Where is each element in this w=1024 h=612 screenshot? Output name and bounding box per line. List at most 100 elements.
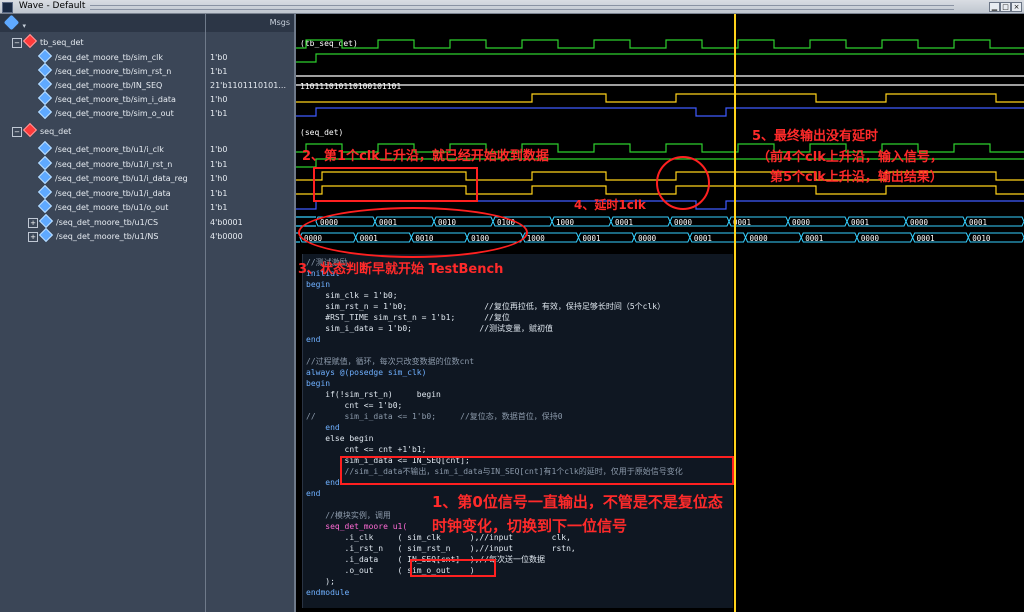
code-line: .i_rst_n ( sim_rst_n ),//input rstn, (306, 544, 576, 553)
annotation-5-line2: （前4个clk上升沿，输入信号， (757, 150, 943, 165)
signal-value: 1'b1 (210, 160, 228, 169)
signal-icon (37, 155, 53, 171)
ns-bus-label: 0000 (861, 234, 880, 243)
signal-icon (37, 198, 53, 214)
sim-o-out-wave (296, 107, 1024, 117)
signal-value: 1'h0 (210, 95, 228, 104)
code-line: //模块实例，调用 (306, 511, 391, 520)
close-button[interactable]: × (1011, 2, 1022, 12)
annotation-2: 2、第1个clk上升沿，就已经开始收到数据 (302, 149, 549, 164)
ns-bus-label: 0001 (582, 234, 600, 243)
ns-bus-label: 0010 (972, 234, 991, 243)
cs-bus-label: 0000 (674, 218, 693, 227)
annotation-ellipse (298, 207, 528, 258)
code-line: end (306, 489, 321, 498)
signal-row[interactable]: /seq_det_moore_tb/sim_i_data (37, 90, 176, 107)
signal-icon (37, 90, 53, 106)
cs-bus-label: 0000 (792, 218, 811, 227)
annotation-3: 3、状态判断早就开始 TestBench (298, 262, 504, 277)
code-line: seq_det_moore u1( (306, 522, 408, 531)
signal-icon (37, 140, 53, 156)
signal-row[interactable]: /seq_det_moore_tb/u1/i_rst_n (37, 155, 172, 172)
code-line: //过程赋值，循环，每次只改变数据的位数cnt (306, 357, 475, 366)
signal-value: 1'b1 (210, 109, 228, 118)
cs-bus-label: 0001 (615, 218, 633, 227)
code-line: if(!sim_rst_n) begin (306, 390, 441, 399)
ns-bus-label: 0001 (694, 234, 712, 243)
add-wave-icon[interactable] (3, 14, 20, 31)
time-cursor[interactable] (734, 14, 736, 612)
code-line: end (306, 335, 321, 344)
signal-icon (37, 169, 53, 185)
wave-window-icon (2, 2, 13, 13)
cs-bus-label: 0000 (910, 218, 929, 227)
signal-value: 21'b1101110101... (210, 81, 286, 90)
signal-icon (37, 184, 53, 200)
annotation-box (410, 559, 496, 577)
window-titlebar: Wave - Default ▁ □ × (0, 0, 1024, 14)
signal-value: 1'b1 (210, 67, 228, 76)
bus-icon (38, 213, 54, 229)
name-pane-header: ▾ (0, 14, 205, 32)
code-line: sim_clk = 1'b0; (306, 291, 398, 300)
signal-row[interactable]: +/seq_det_moore_tb/u1/CS (28, 213, 158, 230)
signal-row[interactable]: /seq_det_moore_tb/sim_rst_n (37, 62, 171, 79)
annotation-box (340, 456, 734, 485)
annotation-1-line1: 1、第0位信号一直输出，不管是不是复位态 (432, 493, 723, 511)
dropdown-icon[interactable]: ▾ (23, 22, 27, 30)
titlebar-grip (90, 5, 954, 10)
code-line: endmodule (306, 588, 350, 597)
code-line: always @(posedge sim_clk) (306, 368, 427, 377)
maximize-button[interactable]: □ (1000, 2, 1011, 12)
code-line: cnt <= cnt +1'b1; (306, 445, 427, 454)
ns-bus-label: 0001 (805, 234, 823, 243)
signal-icon (37, 76, 53, 92)
code-line: end (306, 423, 340, 432)
signal-row[interactable]: /seq_det_moore_tb/u1/i_clk (37, 140, 164, 157)
cs-bus-label: 0001 (851, 218, 869, 227)
minimize-button[interactable]: ▁ (989, 2, 1000, 12)
group-tb-seq-det[interactable]: − tb_seq_det (12, 33, 84, 50)
signal-row[interactable]: /seq_det_moore_tb/u1/o_out (37, 198, 168, 215)
msgs-header: Msgs (206, 14, 294, 32)
signal-row[interactable]: /seq_det_moore_tb/sim_o_out (37, 104, 174, 121)
code-line: ); (306, 577, 335, 586)
code-line: begin (306, 280, 331, 289)
sim-rst-n-wave (296, 53, 1024, 63)
signal-value: 4'b0000 (210, 232, 243, 241)
group-seq-det[interactable]: − seq_det (12, 122, 71, 139)
signal-icon (37, 62, 53, 78)
code-line: #RST_TIME sim_rst_n = 1'b1; //复位 (306, 313, 510, 322)
signal-value: 1'h0 (210, 174, 228, 183)
sim-clk-wave (296, 39, 1024, 49)
cs-bus-label: 1000 (556, 218, 575, 227)
ns-bus-label: 0000 (638, 234, 657, 243)
signal-row[interactable]: +/seq_det_moore_tb/u1/NS (28, 227, 158, 244)
annotation-box (313, 167, 478, 202)
bus-icon (38, 227, 54, 243)
annotation-circle (656, 156, 710, 210)
code-line: sim_rst_n = 1'b0; //复位再拉低，有效，保持足够长时间（5个c… (306, 302, 666, 311)
cs-bus-label: 0001 (969, 218, 987, 227)
window-title: Wave - Default (18, 1, 86, 11)
annotation-4: 4、延时1clk (574, 198, 646, 212)
signal-row[interactable]: /seq_det_moore_tb/u1/i_data_reg (37, 169, 188, 186)
signal-value: 4'b0001 (210, 218, 243, 227)
signal-icon (37, 104, 53, 120)
signal-value: 1'b0 (210, 53, 228, 62)
sim-i-data-wave (296, 93, 1024, 103)
testbench-code-overlay: //测试激励 initial begin sim_clk = 1'b0; sim_r… (302, 254, 733, 608)
code-line: // sim_i_data <= 1'b0; //复位态，数据首位，保持0 (306, 412, 563, 421)
code-line: end (306, 478, 340, 487)
signal-row[interactable]: /seq_det_moore_tb/IN_SEQ (37, 76, 162, 93)
code-line: begin (306, 379, 331, 388)
annotation-1-line2: 时钟变化，切换到下一位信号 (432, 517, 628, 535)
signal-value: 1'b1 (210, 189, 228, 198)
annotation-5-line1: 5、最终输出没有延时 (752, 129, 879, 144)
signal-row[interactable]: /seq_det_moore_tb/u1/i_data (37, 184, 171, 201)
value-pane: Msgs 1'b0 1'b1 21'b1101110101... 1'h0 1'… (206, 14, 294, 612)
code-line: sim_i_data = 1'b0; //测试变量，赋初值 (306, 324, 554, 333)
signal-row[interactable]: /seq_det_moore_tb/sim_clk (37, 48, 163, 65)
ns-bus-label: 1000 (527, 234, 546, 243)
signal-value: 1'b1 (210, 203, 228, 212)
